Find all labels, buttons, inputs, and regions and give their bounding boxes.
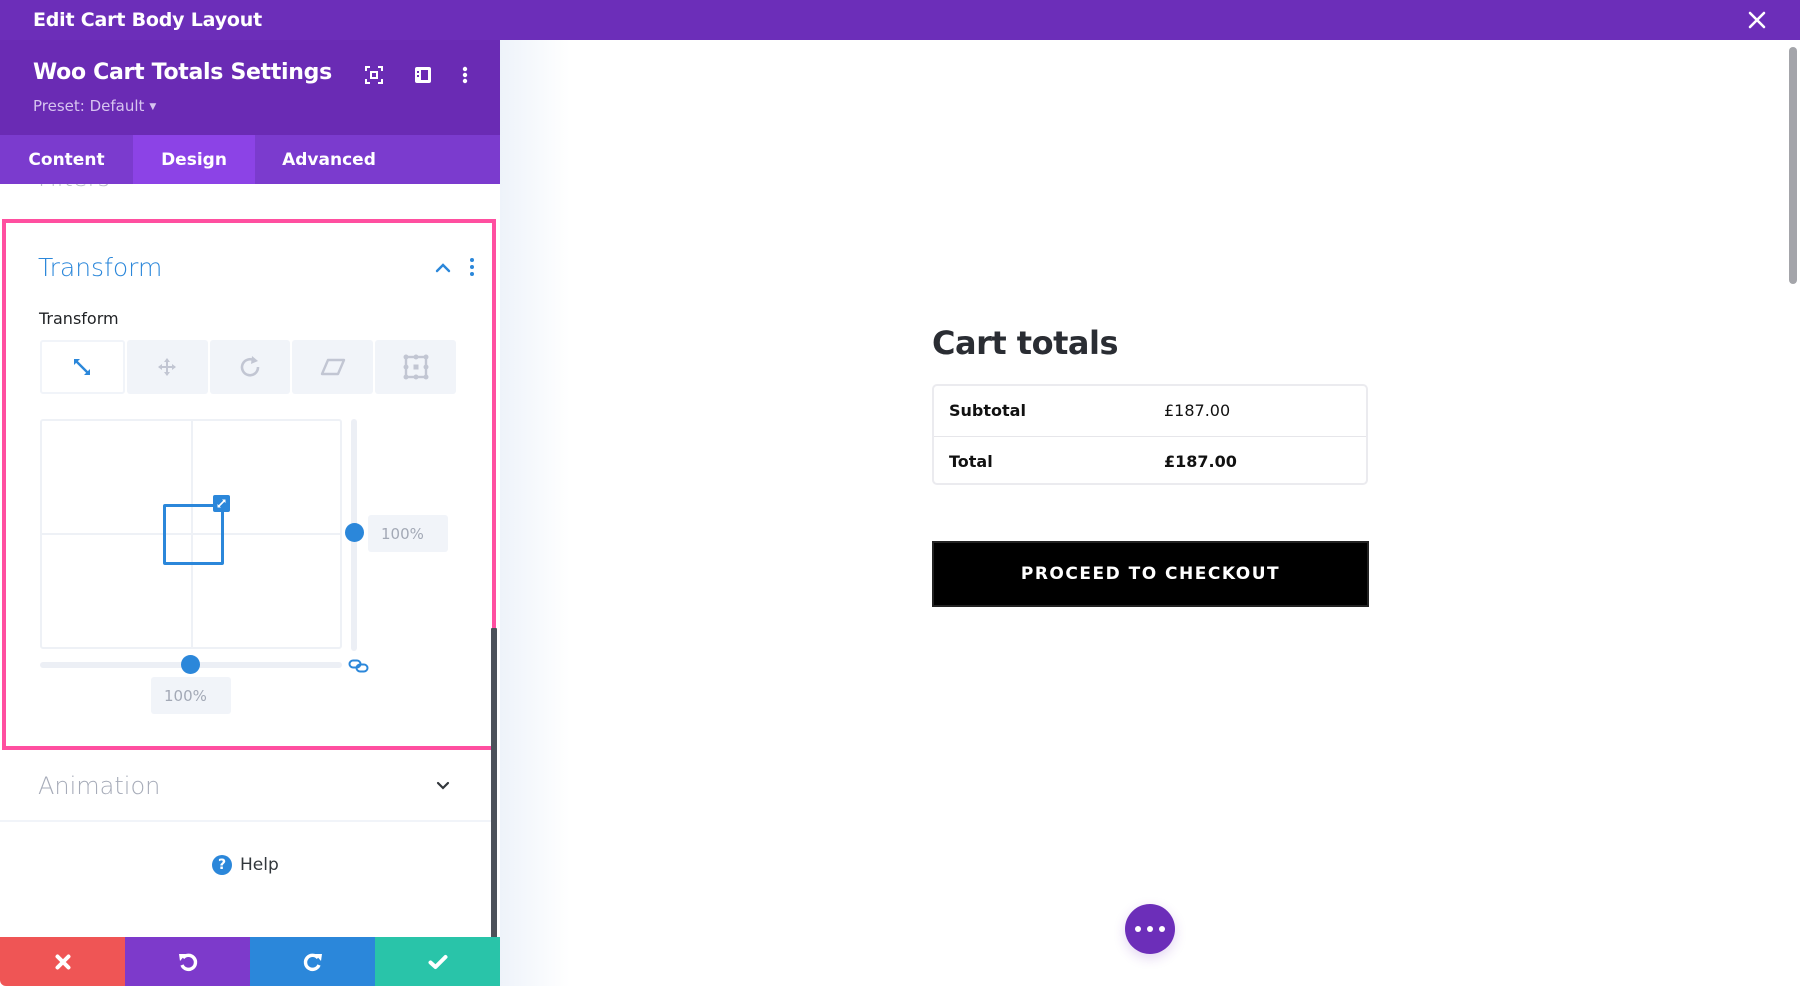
- page-preview: Cart totals Subtotal £187.00 Total £187.…: [500, 40, 1800, 986]
- preset-label: Preset: Default: [33, 97, 145, 115]
- help-icon: ?: [212, 855, 232, 875]
- close-icon: [55, 954, 70, 969]
- link-scale-toggle[interactable]: [348, 659, 370, 673]
- settings-tabs: Content Design Advanced: [0, 135, 500, 184]
- module-title: Woo Cart Totals Settings: [33, 60, 332, 85]
- scale-preview-box: [163, 504, 224, 565]
- settings-panel: Filters Woo Cart Totals Settings Preset:…: [0, 40, 500, 986]
- caret-down-icon: ▼: [149, 102, 157, 112]
- table-row: Subtotal £187.00: [934, 386, 1366, 436]
- cart-totals-table: Subtotal £187.00 Total £187.00: [932, 384, 1368, 485]
- link-icon: [348, 659, 369, 673]
- split-view-icon: [415, 67, 431, 83]
- cart-totals-heading: Cart totals: [932, 324, 1118, 362]
- move-icon: [158, 358, 177, 376]
- row-label: Subtotal: [949, 401, 1026, 420]
- dot-icon: [1135, 926, 1141, 932]
- skew-icon: [320, 358, 345, 376]
- origin-icon: [403, 354, 429, 380]
- scale-y-slider-knob[interactable]: [345, 523, 364, 542]
- tab-content[interactable]: Content: [0, 135, 133, 184]
- scale-preview-grid[interactable]: [40, 419, 342, 649]
- redo-icon: [303, 953, 322, 971]
- panel-header: Woo Cart Totals Settings Preset: Default…: [0, 40, 500, 135]
- close-icon: [1748, 11, 1766, 29]
- save-button[interactable]: [375, 937, 500, 986]
- focus-icon: [365, 66, 383, 84]
- row-value: £187.00: [1164, 401, 1231, 420]
- help-label: Help: [240, 855, 279, 875]
- transform-mode-tabs: [40, 340, 456, 394]
- transform-field-label: Transform: [39, 309, 119, 328]
- animation-section-toggle[interactable]: Animation: [0, 752, 492, 822]
- scale-icon: [74, 359, 91, 375]
- scale-x-slider-knob[interactable]: [181, 655, 200, 674]
- rotate-icon: [240, 356, 260, 377]
- panel-more-button[interactable]: [454, 64, 476, 86]
- mode-tab-skew[interactable]: [292, 340, 374, 394]
- check-icon: [428, 954, 447, 969]
- mode-tab-rotate[interactable]: [209, 340, 291, 394]
- redo-button[interactable]: [250, 937, 375, 986]
- focus-mode-button[interactable]: [363, 64, 385, 86]
- transform-section-title[interactable]: Transform: [38, 253, 162, 282]
- tab-design[interactable]: Design: [133, 135, 255, 184]
- table-row: Total £187.00: [934, 436, 1366, 483]
- more-vertical-icon: [470, 258, 474, 276]
- preview-scrollbar[interactable]: [1789, 47, 1797, 284]
- mode-tab-origin[interactable]: [375, 340, 456, 394]
- collapse-section-button[interactable]: [434, 261, 452, 275]
- undo-icon: [178, 953, 197, 971]
- close-button[interactable]: [1745, 8, 1769, 32]
- preset-dropdown[interactable]: Preset: Default ▼: [33, 97, 156, 115]
- tab-advanced[interactable]: Advanced: [255, 135, 403, 184]
- row-label: Total: [949, 452, 993, 471]
- section-options-button[interactable]: [469, 257, 475, 277]
- panel-shadow: [500, 40, 570, 986]
- dot-icon: [1147, 926, 1153, 932]
- scale-drag-handle[interactable]: [213, 495, 230, 512]
- dot-icon: [1159, 926, 1165, 932]
- cancel-button[interactable]: [0, 937, 125, 986]
- transform-section: Transform Transform 100% 100%: [2, 219, 496, 750]
- page-settings-button[interactable]: [1125, 904, 1175, 954]
- proceed-to-checkout-button[interactable]: PROCEED TO CHECKOUT: [932, 541, 1369, 607]
- split-view-button[interactable]: [412, 64, 434, 86]
- top-bar: Edit Cart Body Layout: [0, 0, 1800, 40]
- mode-tab-scale[interactable]: [40, 340, 125, 394]
- chevron-down-icon: [436, 781, 450, 790]
- scale-y-input[interactable]: 100%: [368, 515, 448, 552]
- panel-action-bar: [0, 937, 500, 986]
- help-link[interactable]: ? Help: [212, 855, 279, 875]
- mode-tab-translate[interactable]: [126, 340, 208, 394]
- undo-button[interactable]: [125, 937, 250, 986]
- scale-x-input[interactable]: 100%: [151, 677, 231, 714]
- chevron-up-icon: [435, 263, 451, 273]
- animation-section-title: Animation: [38, 772, 161, 800]
- row-value: £187.00: [1164, 452, 1237, 471]
- window-title: Edit Cart Body Layout: [33, 9, 262, 31]
- more-vertical-icon: [462, 66, 468, 84]
- expand-icon: [217, 499, 226, 508]
- panel-scrollbar[interactable]: [491, 628, 497, 938]
